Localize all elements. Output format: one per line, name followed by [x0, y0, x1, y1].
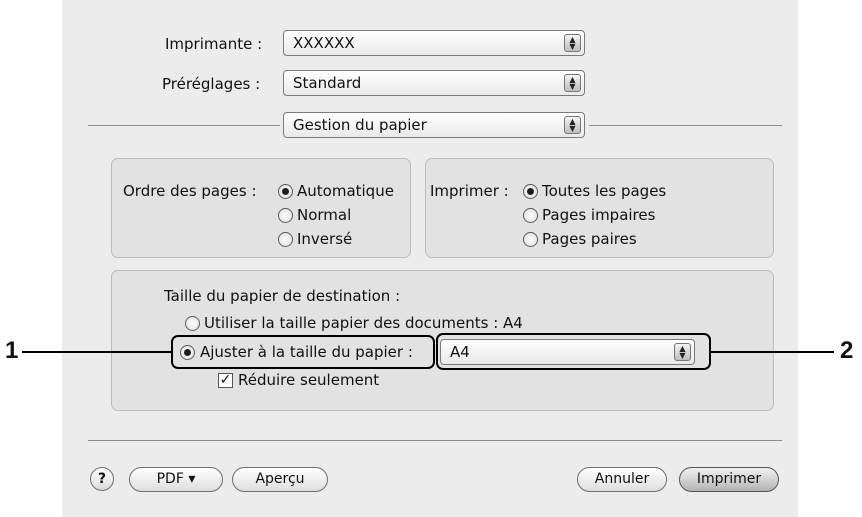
separator-left: [88, 125, 280, 126]
print-dialog: Imprimante : XXXXXX ▲ ▼ Préréglages : Sta…: [62, 0, 798, 517]
print-even-radio[interactable]: [523, 232, 538, 247]
panel-value: Gestion du papier: [293, 116, 427, 134]
callout-number-2: 2: [840, 337, 854, 364]
print-even-label[interactable]: Pages paires: [542, 230, 637, 248]
preview-button[interactable]: Aperçu: [232, 467, 328, 492]
panel-popup[interactable]: Gestion du papier ▲ ▼: [283, 112, 585, 138]
printer-popup[interactable]: XXXXXX ▲ ▼: [283, 30, 585, 56]
callout-line-2: [710, 351, 834, 353]
page-order-normal-radio[interactable]: [278, 208, 293, 223]
presets-label: Préréglages :: [162, 75, 261, 93]
reduce-only-checkbox[interactable]: ✓: [218, 373, 233, 388]
use-document-size-label[interactable]: Utiliser la taille papier des documents …: [204, 314, 523, 332]
popup-arrows-icon: ▲ ▼: [564, 116, 581, 134]
pdf-menu-button[interactable]: PDF ▾: [129, 467, 223, 492]
page-order-reverse-radio[interactable]: [278, 232, 293, 247]
use-document-size-radio[interactable]: [185, 316, 200, 331]
print-range-label: Imprimer :: [430, 182, 509, 200]
help-button[interactable]: ?: [90, 467, 114, 491]
print-button[interactable]: Imprimer: [679, 467, 779, 492]
page-order-automatic-label[interactable]: Automatique: [297, 182, 394, 200]
reduce-only-label[interactable]: Réduire seulement: [238, 371, 379, 389]
page-order-normal-label[interactable]: Normal: [297, 206, 351, 224]
callout-line-1: [22, 351, 172, 353]
callout-box-1: [171, 335, 435, 369]
print-all-label[interactable]: Toutes les pages: [542, 182, 666, 200]
presets-popup[interactable]: Standard ▲ ▼: [283, 70, 585, 96]
page-order-reverse-label[interactable]: Inversé: [297, 230, 352, 248]
presets-value: Standard: [293, 74, 362, 92]
separator-right: [589, 125, 782, 126]
destination-heading: Taille du papier de destination :: [164, 287, 401, 305]
page-order-automatic-radio[interactable]: [278, 184, 293, 199]
print-odd-label[interactable]: Pages impaires: [542, 206, 655, 224]
callout-box-2: [436, 333, 711, 370]
popup-arrows-icon: ▲ ▼: [564, 34, 581, 52]
print-odd-radio[interactable]: [523, 208, 538, 223]
page-order-label: Ordre des pages :: [123, 182, 257, 200]
print-all-radio[interactable]: [523, 184, 538, 199]
printer-value: XXXXXX: [293, 34, 355, 52]
popup-arrows-icon: ▲ ▼: [564, 74, 581, 92]
footer-separator: [88, 440, 782, 441]
page-order-group: [111, 158, 411, 258]
cancel-button[interactable]: Annuler: [577, 467, 667, 492]
callout-number-1: 1: [5, 337, 19, 364]
printer-label: Imprimante :: [165, 35, 263, 53]
